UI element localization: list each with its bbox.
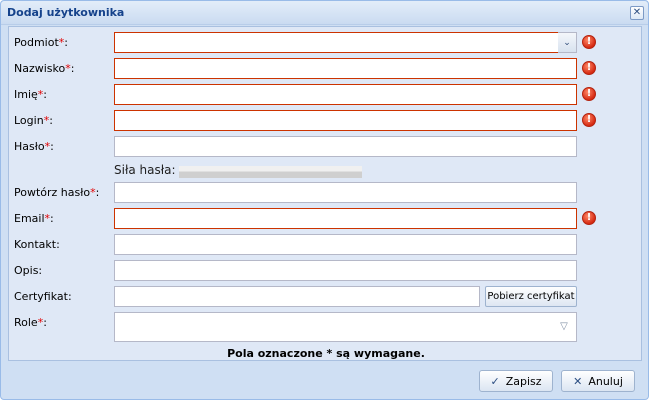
error-icon: !: [582, 61, 596, 75]
imie-label: Imię*:: [14, 88, 48, 101]
cancel-button[interactable]: ✕ Anuluj: [561, 370, 635, 392]
kontakt-input[interactable]: [114, 234, 577, 255]
save-button[interactable]: ✓ Zapisz: [479, 370, 553, 392]
cancel-button-label: Anuluj: [588, 374, 623, 388]
row-podmiot: Podmiot*: ⌄ !: [9, 32, 643, 54]
row-opis: Opis:: [9, 260, 643, 282]
email-field[interactable]: [114, 208, 577, 229]
login-label: Login*:: [14, 114, 53, 127]
dialog-titlebar[interactable]: Dodaj użytkownika ✕: [1, 1, 648, 25]
error-icon: !: [582, 87, 596, 101]
dialog-title: Dodaj użytkownika: [7, 6, 125, 19]
password-strength-bar: [179, 166, 362, 178]
role-label: Role*:: [14, 316, 47, 329]
login-input[interactable]: [114, 110, 577, 131]
podmiot-label: Podmiot*:: [14, 36, 68, 49]
save-button-label: Zapisz: [505, 374, 542, 388]
download-certificate-button[interactable]: Pobierz certyfikat: [485, 286, 577, 307]
required-fields-note: Pola oznaczone * są wymagane.: [227, 347, 425, 360]
close-icon[interactable]: ✕: [630, 6, 644, 20]
row-nazwisko: Nazwisko*: !: [9, 58, 643, 80]
certyfikat-input[interactable]: [114, 286, 480, 307]
kontakt-label: Kontakt:: [14, 238, 60, 251]
roles-multiselect[interactable]: [114, 312, 577, 342]
error-icon: !: [582, 211, 596, 225]
row-password-strength: Siła hasła:: [9, 160, 643, 182]
row-email: Email*: !: [9, 208, 643, 230]
powtorz-haslo-label: Powtórz hasło*:: [14, 186, 100, 199]
repeat-password-input[interactable]: [114, 182, 577, 203]
triangle-down-icon[interactable]: ▽: [557, 320, 571, 334]
chevron-down-icon[interactable]: ⌄: [558, 32, 577, 53]
imie-input[interactable]: [114, 84, 577, 105]
password-strength-label: Siła hasła:: [114, 163, 176, 177]
nazwisko-input[interactable]: [114, 58, 577, 79]
error-icon: !: [582, 113, 596, 127]
row-login: Login*: !: [9, 110, 643, 132]
opis-input[interactable]: [114, 260, 577, 281]
form-panel: Podmiot*: ⌄ ! Nazwisko*: ! Imię*: ! Logi…: [8, 26, 642, 361]
haslo-label: Hasło*:: [14, 140, 54, 153]
add-user-dialog: Dodaj użytkownika ✕ Podmiot*: ⌄ ! Nazwis…: [0, 0, 649, 400]
nazwisko-label: Nazwisko*:: [14, 62, 75, 75]
check-icon: ✓: [490, 374, 500, 388]
row-haslo: Hasło*:: [9, 136, 643, 158]
row-imie: Imię*: !: [9, 84, 643, 106]
row-kontakt: Kontakt:: [9, 234, 643, 256]
error-icon: !: [582, 35, 596, 49]
opis-label: Opis:: [14, 264, 43, 277]
row-powtorz-haslo: Powtórz hasło*:: [9, 182, 643, 204]
close-icon: ✕: [573, 374, 583, 388]
podmiot-combo-input[interactable]: [114, 32, 559, 53]
certyfikat-label: Certyfikat:: [14, 290, 72, 303]
password-input[interactable]: [114, 136, 577, 157]
email-label: Email*:: [14, 212, 54, 225]
row-certyfikat: Certyfikat: Pobierz certyfikat: [9, 286, 643, 308]
row-role: Role*: ▽: [9, 312, 643, 344]
